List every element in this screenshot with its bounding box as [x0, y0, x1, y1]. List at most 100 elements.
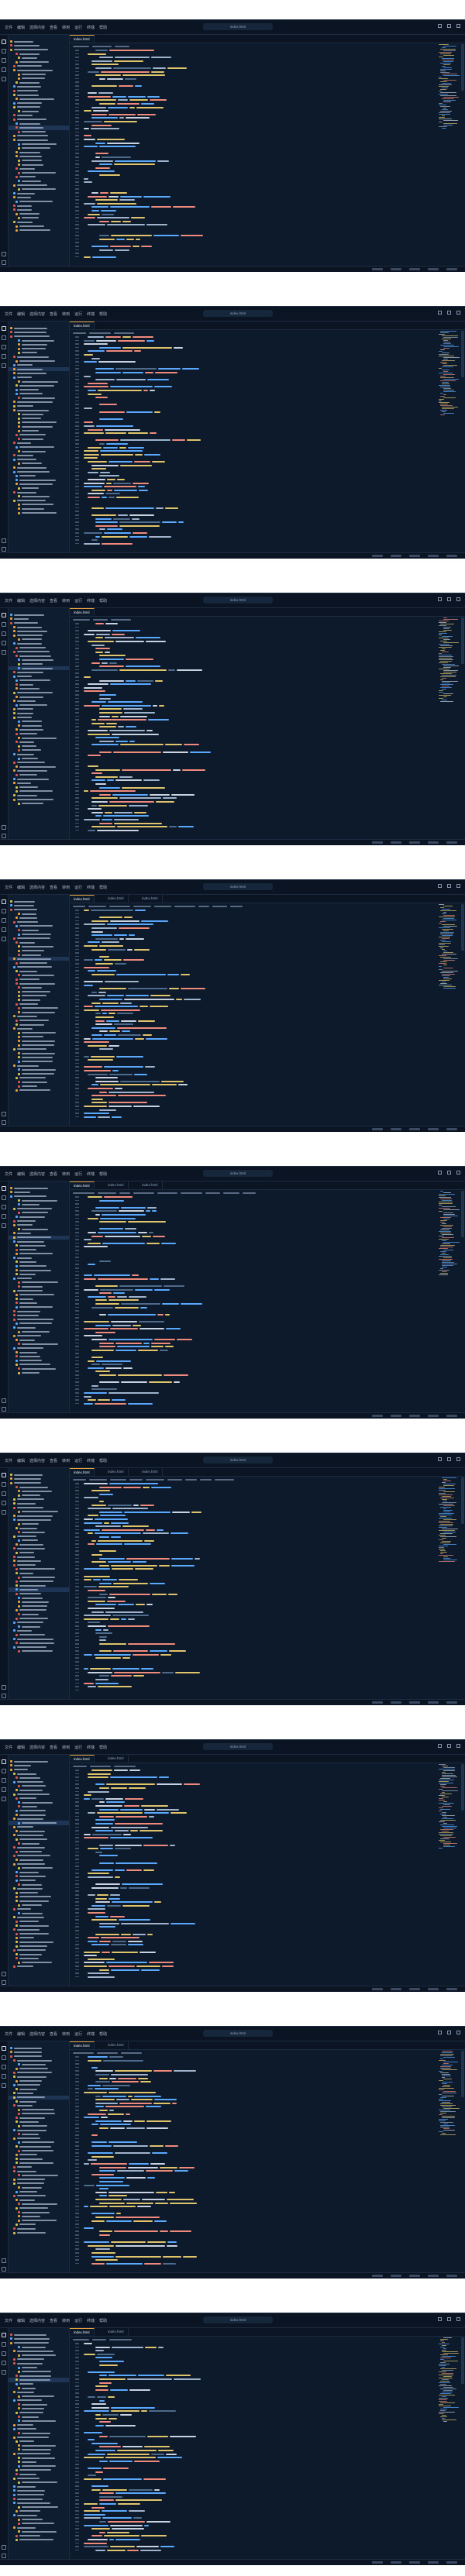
source-control-icon[interactable]	[2, 2065, 6, 2069]
breadcrumb-item[interactable]	[205, 1192, 220, 1194]
breadcrumb-item[interactable]	[73, 332, 86, 334]
menu-item[interactable]: 选择内容	[29, 2031, 45, 2037]
menu-item[interactable]: 运行	[74, 2318, 82, 2323]
gear-icon[interactable]	[2, 834, 6, 838]
menu-item[interactable]: 运行	[74, 598, 82, 604]
source-control-icon[interactable]	[2, 631, 6, 636]
breadcrumb-item[interactable]	[73, 2338, 89, 2340]
source-control-icon[interactable]	[2, 918, 6, 923]
editor-tab[interactable]: index.html	[138, 895, 163, 903]
files-icon[interactable]	[2, 1186, 6, 1191]
menu-item[interactable]: 帮助	[99, 885, 107, 890]
run-debug-icon[interactable]	[2, 2361, 6, 2365]
close-icon[interactable]	[456, 597, 460, 601]
account-icon[interactable]	[2, 1972, 6, 1976]
file-tree-item[interactable]	[9, 1965, 69, 1969]
breadcrumb-item[interactable]	[174, 905, 195, 907]
breadcrumb-item[interactable]	[110, 1478, 126, 1481]
breadcrumb-item[interactable]	[230, 905, 243, 907]
minimize-icon[interactable]	[438, 884, 442, 888]
menu-item[interactable]: 运行	[74, 1171, 82, 1177]
menu-item[interactable]: 查看	[50, 1458, 57, 1463]
minimize-icon[interactable]	[438, 311, 442, 315]
maximize-icon[interactable]	[447, 1457, 451, 1461]
breadcrumb-item[interactable]	[157, 1192, 177, 1194]
editor-tab[interactable]: index.html	[70, 1468, 95, 1476]
extensions-icon[interactable]	[2, 1510, 6, 1515]
menu-item[interactable]: 查看	[50, 2031, 57, 2037]
minimap[interactable]	[439, 617, 459, 703]
menu-item[interactable]: 转到	[62, 25, 70, 30]
status-item[interactable]	[428, 1415, 439, 1417]
search-icon[interactable]	[2, 2342, 6, 2347]
breadcrumb-item[interactable]	[73, 1192, 95, 1194]
status-item[interactable]	[391, 841, 401, 844]
gear-icon[interactable]	[2, 1120, 6, 1125]
menu-item[interactable]: 选择内容	[29, 598, 45, 604]
menu-item[interactable]: 帮助	[99, 1171, 107, 1177]
menu-item[interactable]: 转到	[62, 1171, 70, 1177]
editor-tab[interactable]: index.html	[70, 1755, 95, 1763]
minimap[interactable]	[439, 2337, 459, 2423]
run-debug-icon[interactable]	[2, 2074, 6, 2079]
file-tree-item[interactable]	[9, 229, 69, 232]
vertical-scrollbar[interactable]	[461, 331, 464, 377]
extensions-icon[interactable]	[2, 650, 6, 655]
breadcrumb-item[interactable]	[119, 1192, 130, 1194]
breadcrumb-item[interactable]	[154, 905, 171, 907]
status-item[interactable]	[428, 2275, 439, 2277]
extensions-icon[interactable]	[2, 937, 6, 941]
run-debug-icon[interactable]	[2, 1501, 6, 1505]
extensions-icon[interactable]	[2, 1223, 6, 1228]
account-icon[interactable]	[2, 1685, 6, 1690]
breadcrumb-item[interactable]	[212, 905, 227, 907]
breadcrumb-item[interactable]	[243, 1192, 256, 1194]
breadcrumb-item[interactable]	[73, 2052, 94, 2054]
maximize-icon[interactable]	[447, 311, 451, 315]
status-item[interactable]	[409, 1415, 420, 1417]
breadcrumb-item[interactable]	[121, 2052, 142, 2054]
status-item[interactable]	[372, 2275, 383, 2277]
menu-item[interactable]: 帮助	[99, 598, 107, 604]
file-tree-item[interactable]	[9, 2538, 69, 2542]
menu-item[interactable]: 运行	[74, 2031, 82, 2037]
status-item[interactable]	[372, 555, 383, 557]
search-icon[interactable]	[2, 49, 6, 53]
close-icon[interactable]	[456, 1457, 460, 1461]
breadcrumb-item[interactable]	[185, 1478, 197, 1481]
breadcrumb-item[interactable]	[92, 45, 112, 47]
status-item[interactable]	[428, 268, 439, 270]
files-icon[interactable]	[2, 326, 6, 331]
status-item[interactable]	[409, 555, 420, 557]
file-tree-item[interactable]	[9, 2230, 69, 2234]
maximize-icon[interactable]	[447, 884, 451, 888]
close-icon[interactable]	[456, 2031, 460, 2034]
breadcrumb-item[interactable]	[167, 1478, 182, 1481]
menu-item[interactable]: 查看	[50, 1171, 57, 1177]
menu-item[interactable]: 文件	[5, 1458, 12, 1463]
files-icon[interactable]	[2, 2333, 6, 2337]
vertical-scrollbar[interactable]	[461, 1764, 464, 1811]
menu-item[interactable]: 文件	[5, 2318, 12, 2323]
extensions-icon[interactable]	[2, 2370, 6, 2375]
status-item[interactable]	[409, 268, 420, 270]
status-item[interactable]	[409, 2561, 420, 2564]
file-tree-item[interactable]	[9, 1371, 69, 1374]
breadcrumb-item[interactable]	[200, 1478, 212, 1481]
menu-item[interactable]: 运行	[74, 311, 82, 317]
account-icon[interactable]	[2, 825, 6, 830]
breadcrumb-item[interactable]	[109, 2338, 132, 2340]
menu-item[interactable]: 文件	[5, 25, 12, 30]
menu-item[interactable]: 运行	[74, 1745, 82, 1750]
minimize-icon[interactable]	[438, 1457, 442, 1461]
vertical-scrollbar[interactable]	[461, 617, 464, 664]
status-item[interactable]	[372, 1128, 383, 1130]
maximize-icon[interactable]	[447, 1171, 451, 1175]
breadcrumb-item[interactable]	[93, 618, 108, 621]
editor-tab[interactable]: index.html	[104, 2041, 129, 2049]
breadcrumb-item[interactable]	[92, 2338, 106, 2340]
extensions-icon[interactable]	[2, 2083, 6, 2088]
menu-item[interactable]: 选择内容	[29, 2318, 45, 2323]
close-icon[interactable]	[456, 1744, 460, 1748]
source-control-icon[interactable]	[2, 345, 6, 349]
